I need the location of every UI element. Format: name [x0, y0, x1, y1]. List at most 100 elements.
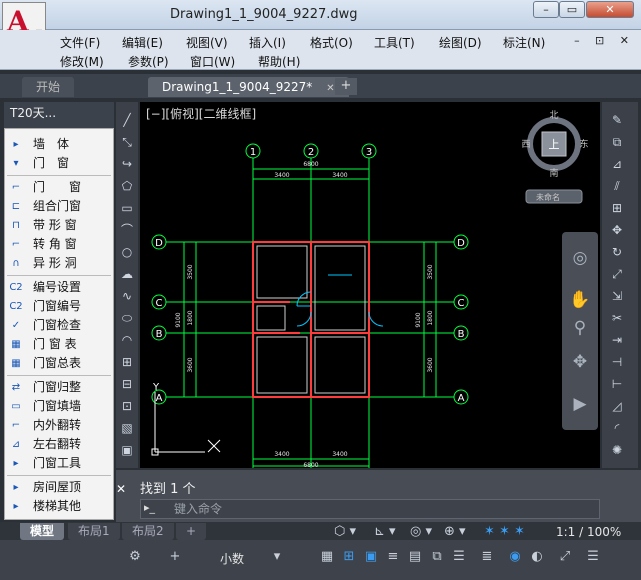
palette-item-door-check[interactable]: ✓ 门窗检查	[5, 316, 113, 335]
viewcube-east[interactable]: 东	[579, 138, 588, 150]
osnap-icon[interactable]: ⊕ ▾	[444, 524, 466, 539]
palette-item-door-table[interactable]: ▦ 门 窗 表	[5, 335, 113, 354]
menu-dimension[interactable]: 标注(N)	[503, 34, 545, 51]
insert-block-icon[interactable]: ⊞	[119, 354, 135, 370]
minimize-button[interactable]: –	[533, 1, 559, 18]
close-icon[interactable]: ✕	[326, 83, 334, 94]
palette-item-wall[interactable]: ▸ 墙 体	[5, 135, 113, 154]
tab-layout1[interactable]: 布局1	[68, 523, 120, 540]
wcs-menu[interactable]: 未命名	[536, 192, 560, 202]
point-icon[interactable]: ⊡	[119, 398, 135, 414]
grid-icon[interactable]: ▦	[318, 548, 336, 566]
menu-parametric[interactable]: 参数(P)	[128, 53, 169, 70]
spline-icon[interactable]: ∿	[119, 288, 135, 304]
rectangle-icon[interactable]: ▭	[119, 200, 135, 216]
palette-item-number-settings[interactable]: C2 编号设置	[5, 278, 113, 297]
tab-drawing[interactable]: Drawing1_1_9004_9227* ✕	[148, 77, 349, 97]
plus-icon[interactable]: +	[166, 548, 184, 566]
trim-icon[interactable]: ✂	[608, 310, 626, 326]
restore-button[interactable]: ▭	[559, 1, 585, 18]
erase-icon[interactable]: ✎	[608, 112, 626, 128]
fullscreen-icon[interactable]: ⤢	[556, 548, 574, 566]
viewcube[interactable]: 上 北 南 东 西 未命名	[521, 110, 589, 204]
transparency-icon[interactable]: ▤	[406, 548, 424, 566]
join-icon[interactable]: ⊢	[608, 376, 626, 392]
array-icon[interactable]: ⊞	[608, 200, 626, 216]
palette-item-strip-window[interactable]: ⊓ 带 形 窗	[5, 216, 113, 235]
close-icon[interactable]: ✕	[116, 482, 134, 496]
menu-view[interactable]: 视图(V)	[186, 34, 228, 51]
palette-item-door-number[interactable]: C2 门窗编号	[5, 297, 113, 316]
palette-item-corner-window[interactable]: ⌐ 转 角 窗	[5, 235, 113, 254]
customize-menu-icon[interactable]: ☰	[584, 548, 602, 566]
snap-icon[interactable]: ⊞	[340, 548, 358, 566]
annotation-icon[interactable]: ☰	[450, 548, 468, 566]
command-prompt-icon[interactable]: ▸_	[144, 501, 155, 514]
ellipse-arc-icon[interactable]: ◠	[119, 332, 135, 348]
viewcube-west[interactable]: 西	[521, 139, 530, 150]
viewcube-north[interactable]: 北	[549, 110, 558, 121]
showmotion-icon[interactable]: ▶	[568, 392, 592, 416]
ucs-icon[interactable]: ⊾ ▾	[374, 524, 396, 539]
palette-item-door-tools[interactable]: ▸ 门窗工具	[5, 454, 113, 473]
palette-item-door-align[interactable]: ⇄ 门窗归整	[5, 378, 113, 397]
menu-modify[interactable]: 修改(M)	[60, 53, 104, 70]
ellipse-icon[interactable]: ⬭	[119, 310, 135, 326]
palette-item-room-roof[interactable]: ▸ 房间屋顶	[5, 478, 113, 497]
polygon-icon[interactable]: ⬠	[119, 178, 135, 194]
dynamic-input-icon[interactable]: ≣	[478, 548, 496, 566]
pan-icon[interactable]: ✋	[568, 288, 592, 312]
hardware-acceleration-icon[interactable]: ◉	[506, 548, 524, 566]
make-block-icon[interactable]: ⊟	[119, 376, 135, 392]
fillet-icon[interactable]: ◜	[608, 420, 626, 436]
explode-icon[interactable]: ✺	[608, 442, 626, 458]
offset-icon[interactable]: ⫽	[608, 178, 626, 194]
tab-layout2[interactable]: 布局2	[122, 523, 174, 540]
gradient-icon[interactable]: ▣	[119, 442, 135, 458]
document-window-controls[interactable]: – ⊡ ✕	[574, 34, 635, 47]
lineweight-icon[interactable]: ≡	[384, 548, 402, 566]
palette-item-combo-door[interactable]: ⊏ 组合门窗	[5, 197, 113, 216]
arc-icon[interactable]: ⌒	[119, 222, 135, 238]
mirror-icon[interactable]: ⊿	[608, 156, 626, 172]
scale-readout[interactable]: 1:1 / 100%	[556, 525, 621, 539]
palette-item-stairs-other[interactable]: ▸ 楼梯其他	[5, 497, 113, 516]
gear-icon[interactable]: ⚙	[126, 548, 144, 566]
add-layout-button[interactable]: +	[176, 523, 207, 540]
palette-item-opening[interactable]: ∩ 异 形 洞	[5, 254, 113, 273]
menu-insert[interactable]: 插入(I)	[249, 34, 286, 51]
extend-icon[interactable]: ⇥	[608, 332, 626, 348]
zoom-icon[interactable]: ⚲	[568, 316, 592, 340]
isolate-icon[interactable]: ◐	[528, 548, 546, 566]
menu-file[interactable]: 文件(F)	[60, 34, 100, 51]
model-space-icon[interactable]: ⬡ ▾	[334, 524, 356, 539]
menu-tools[interactable]: 工具(T)	[374, 34, 415, 51]
polyline-icon[interactable]: ↪	[119, 156, 135, 172]
menu-edit[interactable]: 编辑(E)	[122, 34, 163, 51]
menu-window[interactable]: 窗口(W)	[190, 53, 235, 70]
palette-item-flip-inout[interactable]: ⌐ 内外翻转	[5, 416, 113, 435]
menu-help[interactable]: 帮助(H)	[258, 53, 300, 70]
copy-icon[interactable]: ⧉	[608, 134, 626, 150]
add-tab-button[interactable]: +	[335, 78, 357, 95]
palette-item-door-summary[interactable]: ▦ 门窗总表	[5, 354, 113, 373]
orbit-icon[interactable]: ✥	[568, 350, 592, 374]
palette-item-flip-lr[interactable]: ⊿ 左右翻转	[5, 435, 113, 454]
revcloud-icon[interactable]: ☁	[119, 266, 135, 282]
circle-icon[interactable]: ○	[119, 244, 135, 260]
tab-start[interactable]: 开始	[22, 77, 75, 97]
chevron-down-icon[interactable]: ▾	[268, 548, 286, 566]
steering-wheel-icon[interactable]: ◎	[568, 246, 592, 270]
palette-item-door-fill[interactable]: ▭ 门窗填墙	[5, 397, 113, 416]
selection-cycling-icon[interactable]: ⧉	[428, 548, 446, 566]
palette-item-door-window[interactable]: ▾ 门 窗	[5, 154, 113, 173]
viewport-controls[interactable]: [−][俯视][二维线框]	[146, 105, 256, 122]
tab-model[interactable]: 模型	[20, 523, 65, 540]
palette-item-door[interactable]: ⌐ 门 窗	[5, 178, 113, 197]
chamfer-icon[interactable]: ◿	[608, 398, 626, 414]
ortho-icon[interactable]: ▣	[362, 548, 380, 566]
annotation-scale-icon[interactable]: ✶ ✶ ✶	[484, 524, 525, 539]
viewcube-top[interactable]: 上	[549, 138, 560, 151]
menu-draw[interactable]: 绘图(D)	[439, 34, 482, 51]
line-icon[interactable]: ╱	[119, 112, 135, 128]
